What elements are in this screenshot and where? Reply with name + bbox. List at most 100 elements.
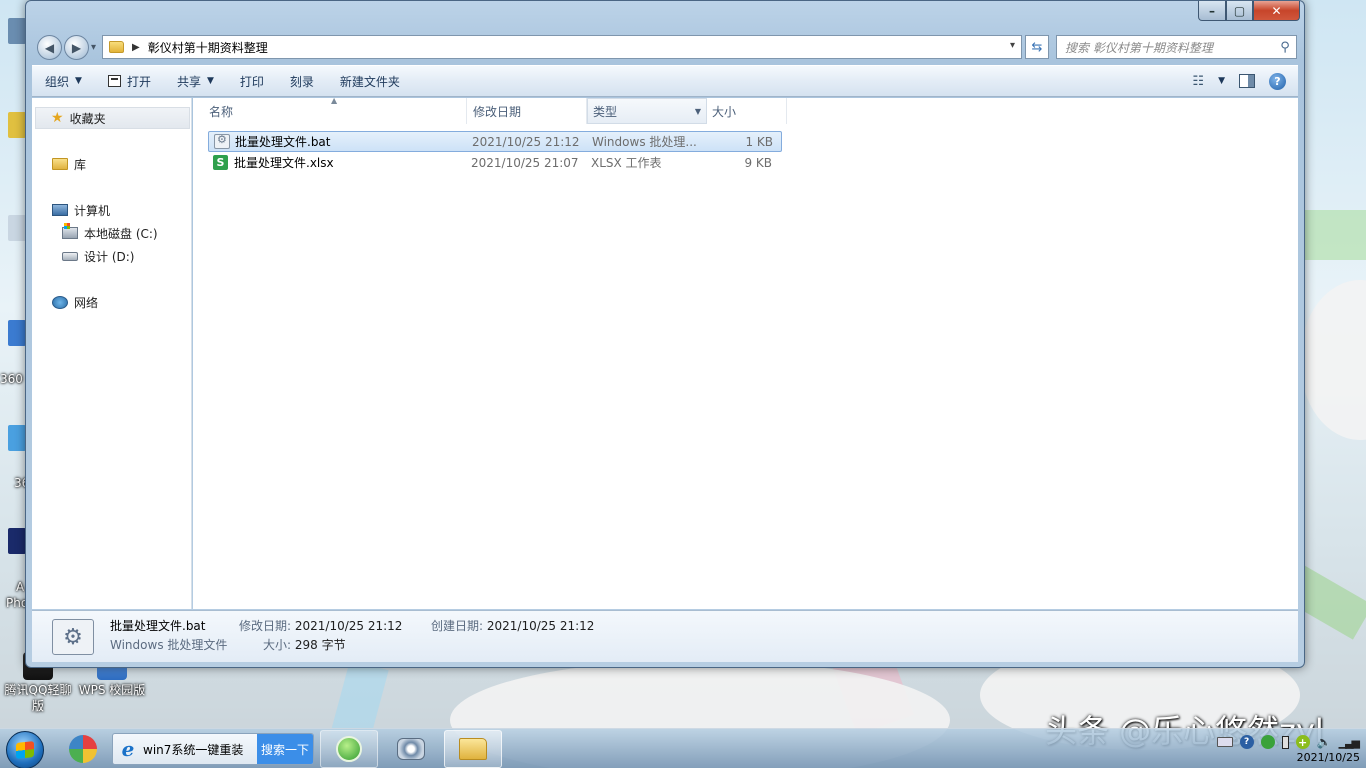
forward-button[interactable]: ▶ <box>64 35 89 60</box>
file-type: Windows 批处理... <box>592 135 697 149</box>
close-button[interactable]: ✕ <box>1253 1 1300 21</box>
desktop-icon-partial[interactable] <box>8 112 26 138</box>
add-tray-icon[interactable]: + <box>1295 735 1310 749</box>
address-dropdown-icon[interactable]: ▾ <box>1010 40 1015 51</box>
new-folder-button[interactable]: 新建文件夹 <box>327 66 413 96</box>
print-label: 打印 <box>239 74 264 89</box>
volume-icon[interactable]: 🔈 <box>1317 735 1332 749</box>
details-size: 大小: 298 字节 <box>263 636 346 653</box>
file-list: ▲ 名称 修改日期 类型 ▼ 大小 批量处理文件.bat 2021/10/25 … <box>193 96 1298 609</box>
desktop-icon-label: 360 <box>0 372 23 386</box>
column-header-type[interactable]: 类型 ▼ <box>587 98 707 124</box>
organize-button[interactable]: 组织 ▼ <box>32 66 95 96</box>
details-label: 修改日期: <box>239 619 292 633</box>
battery-icon[interactable] <box>1281 735 1289 749</box>
help-icon[interactable]: ? <box>1269 72 1286 90</box>
share-button[interactable]: 共享 ▼ <box>164 66 227 96</box>
desktop-icon-partial[interactable] <box>8 425 26 451</box>
maximize-button[interactable]: ▢ <box>1226 1 1253 21</box>
arrow-right-icon: ▶ <box>71 40 82 55</box>
sidebar-item-libraries[interactable]: 库 <box>52 153 86 175</box>
wallpaper-ray <box>1300 210 1366 260</box>
share-label: 共享 <box>176 74 201 89</box>
computer-icon <box>52 204 68 216</box>
file-size: 1 KB <box>745 134 773 149</box>
taskbar-app-green[interactable] <box>320 730 378 768</box>
change-view-icon[interactable]: ☷ <box>1192 74 1204 89</box>
green-app-icon <box>336 736 362 762</box>
file-size: 9 KB <box>744 155 772 170</box>
file-row[interactable]: 批量处理文件.bat 2021/10/25 21:12 Windows 批处理.… <box>208 131 782 152</box>
window-controls: – ▢ ✕ <box>1198 1 1300 21</box>
library-icon <box>52 158 68 170</box>
breadcrumb-current[interactable]: 彰仪村第十期资料整理 <box>148 39 268 56</box>
details-label: 大小: <box>263 638 292 652</box>
keyboard-icon[interactable] <box>1216 737 1233 747</box>
refresh-icon: ⇆ <box>1031 39 1043 55</box>
address-bar[interactable]: ▶ 彰仪村第十期资料整理 ▾ <box>102 35 1022 59</box>
clock-date[interactable]: 2021/10/25 <box>1297 751 1360 764</box>
system-tray: ? + 🔈 ▁▃▅ <box>1216 731 1360 753</box>
recent-pages-dropdown[interactable]: ▾ <box>91 42 96 53</box>
search-icon[interactable]: ⚲ <box>1274 40 1296 55</box>
chevron-down-icon[interactable]: ▼ <box>695 107 701 116</box>
bat-file-large-icon: ⚙ <box>52 619 94 655</box>
toolbar-right: ☷ ▼ ? <box>1192 72 1298 90</box>
desktop-icons-left-edge: 360 36 A Pho <box>0 0 29 725</box>
taskbar-app-360[interactable] <box>60 730 106 768</box>
search-input[interactable]: 搜索 彰仪村第十期资料整理 ⚲ <box>1056 35 1297 59</box>
desktop-icon-partial[interactable] <box>8 215 26 241</box>
refresh-button[interactable]: ⇆ <box>1025 35 1049 59</box>
browser-search-button[interactable]: 搜索一下 <box>257 734 313 764</box>
taskbar-app-camera[interactable] <box>382 730 440 768</box>
folder-icon <box>109 41 124 53</box>
sidebar-item-network[interactable]: 网络 <box>52 291 98 313</box>
sidebar-item-label: 库 <box>74 157 87 172</box>
address-row: ◀ ▶ ▾ ▶ 彰仪村第十期资料整理 ▾ ⇆ 搜索 彰仪村第十期资料整理 ⚲ <box>35 33 1297 60</box>
details-modified: 修改日期: 2021/10/25 21:12 <box>239 617 402 634</box>
open-button[interactable]: 打开 <box>95 66 164 96</box>
column-header-name[interactable]: ▲ 名称 <box>193 96 467 124</box>
desktop-icon-partial[interactable] <box>8 320 26 346</box>
sidebar-item-favorites[interactable]: ★ 收藏夹 <box>35 107 190 129</box>
column-header-date[interactable]: 修改日期 <box>467 98 587 124</box>
details-created: 创建日期: 2021/10/25 21:12 <box>431 617 594 634</box>
back-button[interactable]: ◀ <box>37 35 62 60</box>
print-button[interactable]: 打印 <box>227 66 277 96</box>
start-button[interactable] <box>6 731 44 768</box>
column-header-size[interactable]: 大小 <box>707 98 787 124</box>
taskbar-browser-search[interactable]: e win7系统一键重装 搜索一下 <box>112 733 314 765</box>
taskbar-app-explorer[interactable] <box>444 730 502 768</box>
arrow-left-icon: ◀ <box>44 40 55 55</box>
browser-tray-icon[interactable] <box>1260 735 1275 749</box>
sidebar-item-label: 网络 <box>74 295 99 310</box>
360-icon <box>69 735 97 763</box>
xlsx-file-icon: S <box>213 155 228 170</box>
help-tray-icon[interactable]: ? <box>1239 735 1254 749</box>
details-file-type: Windows 批处理文件 <box>110 638 228 652</box>
desktop-icon-partial[interactable] <box>8 528 26 554</box>
sidebar-item-label: 设计 (D:) <box>84 249 135 264</box>
preview-pane-icon[interactable] <box>1239 74 1255 88</box>
burn-button[interactable]: 刻录 <box>277 66 327 96</box>
network-icon <box>52 295 68 309</box>
details-pane: ⚙ 批量处理文件.bat Windows 批处理文件 修改日期: 2021/10… <box>32 610 1298 662</box>
windows-logo-icon <box>16 741 34 759</box>
minimize-button[interactable]: – <box>1198 1 1226 21</box>
column-label: 名称 <box>209 104 234 119</box>
sidebar-item-drive-c[interactable]: 本地磁盘 (C:) <box>62 222 158 244</box>
details-file-name: 批量处理文件.bat <box>110 619 206 633</box>
view-dropdown-icon[interactable]: ▼ <box>1218 76 1225 86</box>
details-value: 298 字节 <box>294 638 346 652</box>
breadcrumb-chevron-icon[interactable]: ▶ <box>132 42 140 53</box>
sidebar-item-drive-d[interactable]: 设计 (D:) <box>62 245 134 267</box>
sidebar-item-label: 收藏夹 <box>69 111 106 126</box>
file-type: XLSX 工作表 <box>591 156 662 170</box>
desktop-icon-partial[interactable] <box>8 18 26 44</box>
chevron-down-icon: ▼ <box>206 76 214 86</box>
sidebar-item-computer[interactable]: 计算机 <box>52 199 110 221</box>
file-row[interactable]: S 批量处理文件.xlsx 2021/10/25 21:07 XLSX 工作表 9… <box>208 152 782 173</box>
browser-search-text[interactable]: win7系统一键重装 <box>143 741 257 758</box>
signal-icon[interactable]: ▁▃▅ <box>1339 736 1360 749</box>
new-folder-label: 新建文件夹 <box>339 74 400 89</box>
